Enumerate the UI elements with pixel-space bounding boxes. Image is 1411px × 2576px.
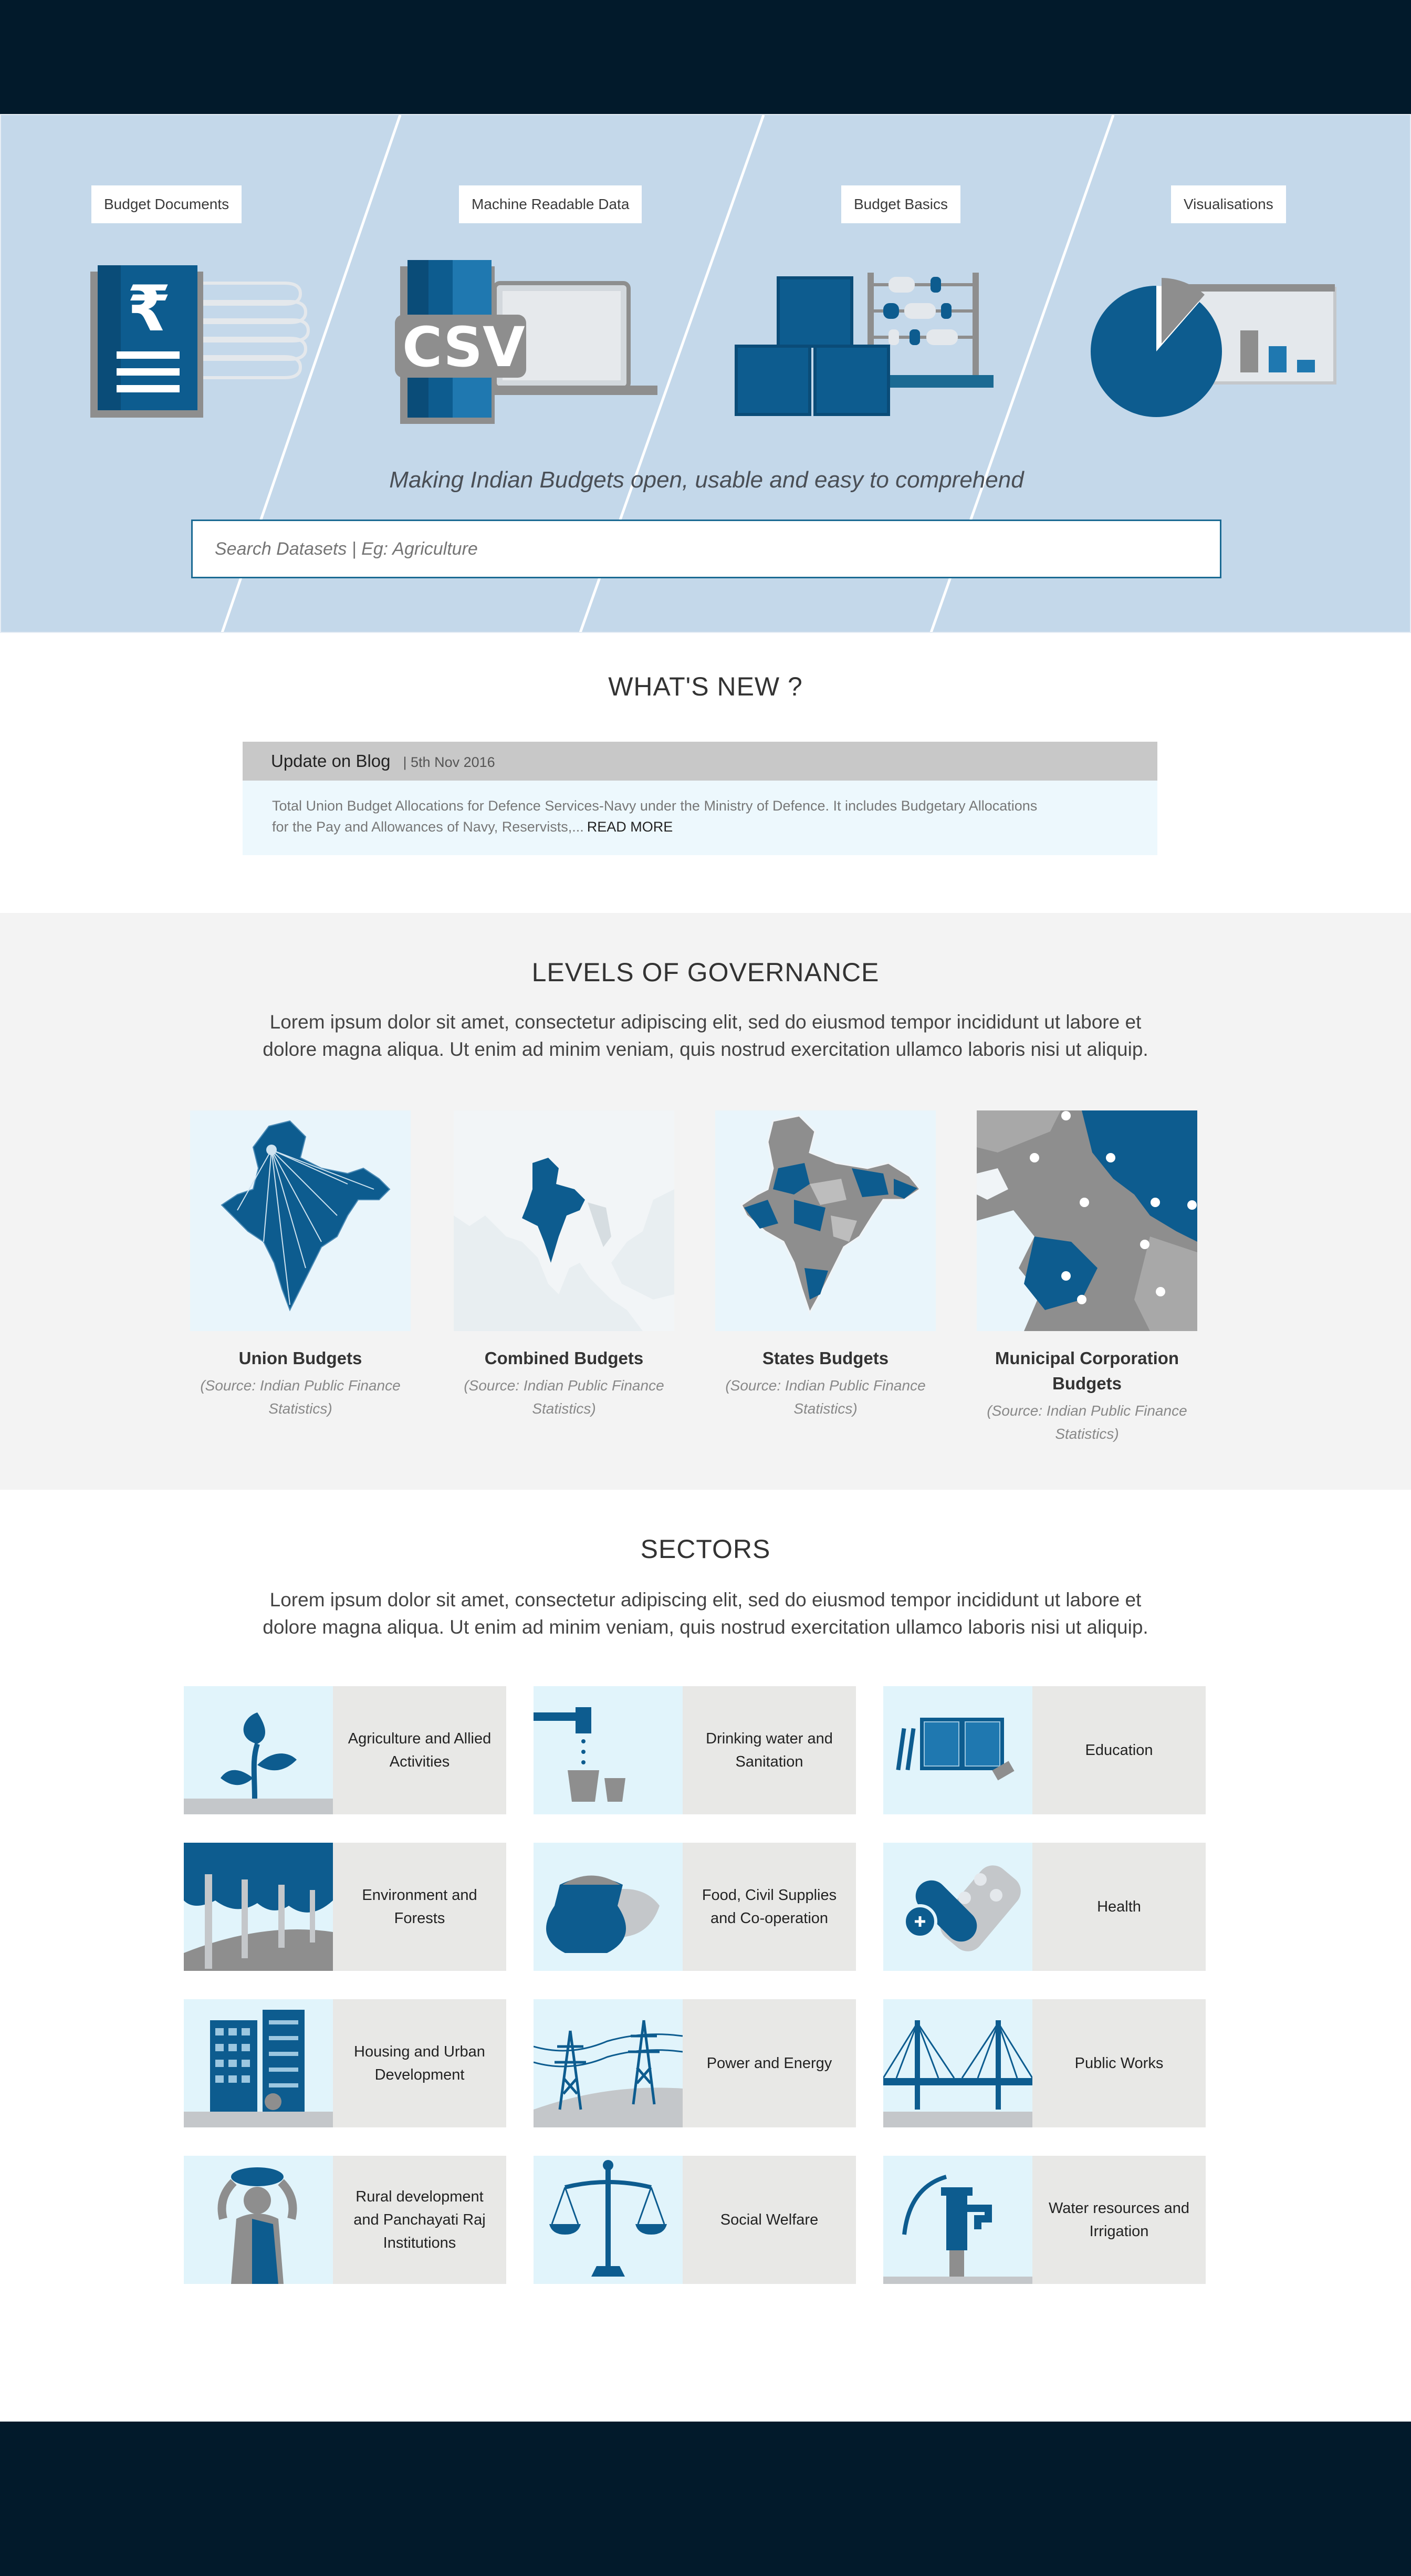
level-card-states[interactable]: States Budgets (Source: Indian Public Fi… bbox=[715, 1110, 936, 1420]
sector-label[interactable]: Water resources and Irrigation bbox=[1032, 2156, 1206, 2284]
sector-label[interactable]: Agriculture and Allied Activities bbox=[333, 1686, 506, 1814]
medicine-icon bbox=[903, 1865, 1021, 1951]
tab-budget-basics[interactable]: Budget Basics bbox=[841, 185, 960, 223]
level-card-union-source: (Source: Indian Public Finance Statistic… bbox=[200, 1377, 401, 1417]
news-item-date: | 5th Nov 2016 bbox=[403, 754, 495, 770]
hero-tagline: Making Indian Budgets open, usable and e… bbox=[389, 467, 1024, 493]
asia-map-icon bbox=[454, 1110, 674, 1331]
bridge-icon bbox=[883, 2020, 1032, 2127]
sector-label[interactable]: Environment and Forests bbox=[333, 1843, 506, 1971]
level-card-municipal-title[interactable]: Municipal Corporation Budgets bbox=[977, 1346, 1197, 1396]
municipal-budget-map[interactable] bbox=[977, 1110, 1197, 1331]
sector-label[interactable]: Food, Civil Supplies and Co-operation bbox=[683, 1843, 856, 1971]
sector-card-housing[interactable]: Housing and Urban Development bbox=[184, 1999, 506, 2127]
csv-file-icon[interactable]: CSV bbox=[390, 252, 673, 441]
states-budget-map[interactable] bbox=[715, 1110, 936, 1331]
india-states-map-icon bbox=[740, 1115, 922, 1315]
combined-budget-map[interactable] bbox=[454, 1110, 674, 1331]
sector-card-food[interactable]: Food, Civil Supplies and Co-operation bbox=[534, 1843, 856, 1971]
svg-text:₹: ₹ bbox=[127, 273, 171, 346]
news-item-header[interactable]: Update on Blog | 5th Nov 2016 bbox=[243, 742, 1157, 781]
grain-sack-icon bbox=[546, 1875, 660, 1953]
read-more-link[interactable]: READ MORE bbox=[587, 819, 673, 835]
sector-card-rural[interactable]: Rural development and Panchayati Raj Ins… bbox=[184, 2156, 506, 2284]
sector-label[interactable]: Health bbox=[1032, 1843, 1206, 1971]
power-tower-icon bbox=[534, 2020, 683, 2127]
hand-pump-icon bbox=[883, 2175, 1032, 2284]
sector-card-water-resources[interactable]: Water resources and Irrigation bbox=[883, 2156, 1206, 2284]
level-card-union-title[interactable]: Union Budgets bbox=[190, 1346, 411, 1371]
level-card-union[interactable]: Union Budgets (Source: Indian Public Fin… bbox=[190, 1110, 411, 1420]
tab-visualisations[interactable]: Visualisations bbox=[1171, 185, 1286, 223]
water-tap-icon bbox=[534, 1707, 625, 1802]
municipal-map-icon bbox=[977, 1110, 1197, 1331]
sector-label[interactable]: Power and Energy bbox=[683, 1999, 856, 2127]
sector-card-public-works[interactable]: Public Works bbox=[883, 1999, 1206, 2127]
levels-description-line1: Lorem ipsum dolor sit amet, consectetur … bbox=[269, 1011, 1142, 1033]
news-item-title[interactable]: Update on Blog bbox=[271, 751, 391, 771]
sector-label[interactable]: Housing and Urban Development bbox=[333, 1999, 506, 2127]
sector-card-education[interactable]: Education bbox=[883, 1686, 1206, 1814]
sector-label[interactable]: Rural development and Panchayati Raj Ins… bbox=[333, 2156, 506, 2284]
sectors-heading: SECTORS bbox=[640, 1534, 771, 1564]
scales-icon bbox=[549, 2160, 667, 2277]
sector-card-power[interactable]: Power and Energy bbox=[534, 1999, 856, 2127]
plant-icon bbox=[184, 1712, 333, 1814]
news-item-text-line1: Total Union Budget Allocations for Defen… bbox=[272, 798, 1038, 814]
hero-banner: Budget Documents Machine Readable Data B… bbox=[0, 114, 1411, 633]
abacus-blocks-icon[interactable] bbox=[731, 252, 1015, 441]
sector-label[interactable]: Social Welfare bbox=[683, 2156, 856, 2284]
top-navbar bbox=[0, 0, 1411, 114]
tab-machine-readable-data[interactable]: Machine Readable Data bbox=[459, 185, 642, 223]
levels-description: Lorem ipsum dolor sit amet, consectetur … bbox=[0, 1009, 1411, 1063]
level-card-states-title[interactable]: States Budgets bbox=[715, 1346, 936, 1371]
building-icon bbox=[184, 2010, 333, 2127]
levels-heading: LEVELS OF GOVERNANCE bbox=[531, 958, 880, 987]
sectors-description: Lorem ipsum dolor sit amet, consectetur … bbox=[0, 1586, 1411, 1641]
sector-card-environment[interactable]: Environment and Forests bbox=[184, 1843, 506, 1971]
rural-woman-icon bbox=[217, 2167, 297, 2284]
level-card-municipal[interactable]: Municipal Corporation Budgets (Source: I… bbox=[977, 1110, 1197, 1446]
sector-card-health[interactable]: Health bbox=[883, 1843, 1206, 1971]
pie-chart-icon[interactable] bbox=[1078, 252, 1361, 441]
news-item-body: Total Union Budget Allocations for Defen… bbox=[243, 781, 1157, 855]
forest-icon bbox=[184, 1843, 333, 1971]
sector-card-agriculture[interactable]: Agriculture and Allied Activities bbox=[184, 1686, 506, 1814]
sectors-description-line1: Lorem ipsum dolor sit amet, consectetur … bbox=[269, 1589, 1142, 1611]
india-map-icon bbox=[221, 1120, 391, 1312]
level-card-combined-title[interactable]: Combined Budgets bbox=[454, 1346, 674, 1371]
sector-card-drinking-water[interactable]: Drinking water and Sanitation bbox=[534, 1686, 856, 1814]
tab-budget-documents[interactable]: Budget Documents bbox=[91, 185, 242, 223]
search-input[interactable] bbox=[191, 520, 1221, 578]
levels-description-line2: dolore magna aliqua. Ut enim ad minim ve… bbox=[263, 1038, 1148, 1060]
budget-document-icon[interactable]: ₹ bbox=[85, 252, 369, 441]
book-icon bbox=[896, 1718, 1015, 1781]
sector-label[interactable]: Public Works bbox=[1032, 1999, 1206, 2127]
footer bbox=[0, 2422, 1411, 2576]
sector-label[interactable]: Education bbox=[1032, 1686, 1206, 1814]
level-card-municipal-source: (Source: Indian Public Finance Statistic… bbox=[987, 1403, 1187, 1442]
svg-text:CSV: CSV bbox=[402, 315, 525, 379]
news-item-text-line2: for the Pay and Allowances of Navy, Rese… bbox=[272, 819, 584, 835]
sector-card-social-welfare[interactable]: Social Welfare bbox=[534, 2156, 856, 2284]
level-card-combined[interactable]: Combined Budgets (Source: Indian Public … bbox=[454, 1110, 674, 1420]
union-budget-map[interactable] bbox=[190, 1110, 411, 1331]
sector-label[interactable]: Drinking water and Sanitation bbox=[683, 1686, 856, 1814]
level-card-combined-source: (Source: Indian Public Finance Statistic… bbox=[464, 1377, 664, 1417]
whats-new-heading: WHAT'S NEW ? bbox=[608, 672, 803, 701]
level-card-states-source: (Source: Indian Public Finance Statistic… bbox=[725, 1377, 926, 1417]
sectors-description-line2: dolore magna aliqua. Ut enim ad minim ve… bbox=[263, 1616, 1148, 1638]
